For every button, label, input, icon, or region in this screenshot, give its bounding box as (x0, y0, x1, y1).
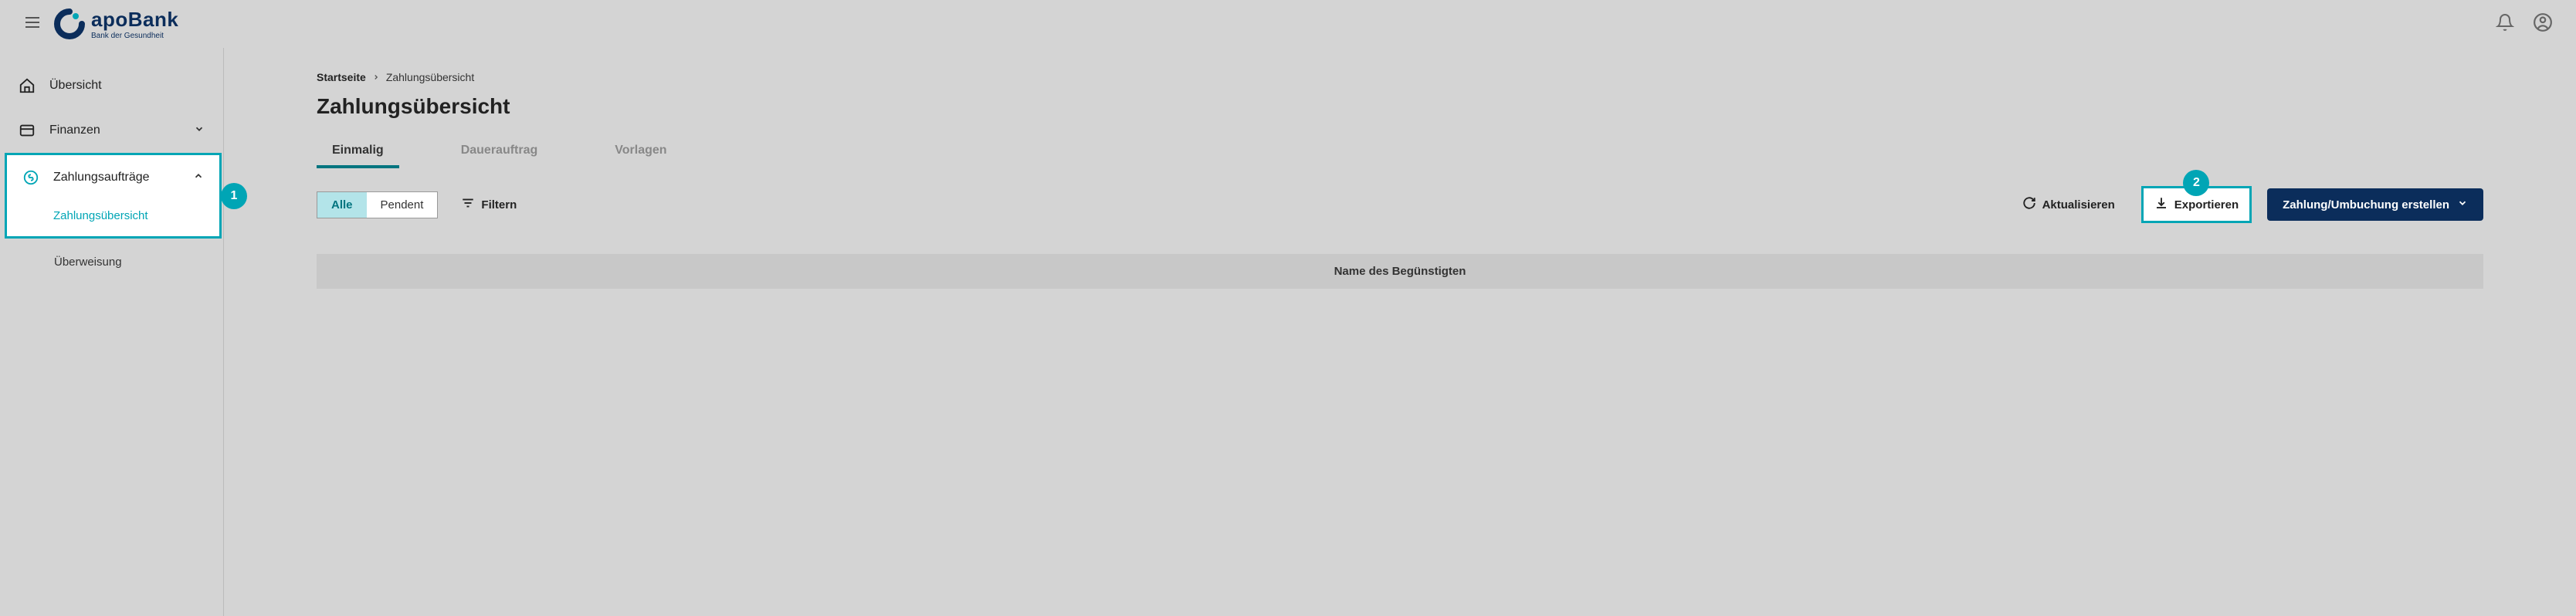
sidebar-subitem-payment-overview[interactable]: Zahlungsübersicht (7, 200, 219, 236)
tab-templates[interactable]: Vorlagen (599, 137, 682, 167)
logo-name: apoBank (91, 8, 178, 32)
chevron-right-icon (372, 71, 380, 83)
segment-pending[interactable]: Pendent (367, 192, 438, 218)
finances-icon (19, 122, 36, 139)
sidebar: Übersicht Finanzen (0, 48, 224, 616)
tab-standing-order[interactable]: Dauerauftrag (446, 137, 554, 167)
main-content: Startseite Zahlungsübersicht Zahlungsübe… (224, 48, 2576, 616)
user-icon[interactable] (2533, 12, 2553, 36)
sidebar-item-payment-orders[interactable]: Zahlungsaufträge (7, 155, 219, 200)
sidebar-item-label: Zahlungsaufträge (53, 171, 150, 184)
sidebar-item-finances[interactable]: Finanzen (0, 108, 223, 153)
create-payment-button[interactable]: Zahlung/Umbuchung erstellen (2267, 188, 2483, 221)
tab-label: Vorlagen (615, 144, 666, 157)
filter-label: Filtern (481, 198, 517, 212)
chevron-down-icon (194, 124, 205, 138)
refresh-button[interactable]: Aktualisieren (2012, 188, 2126, 221)
menu-icon[interactable] (23, 13, 42, 36)
app-header: apoBank Bank der Gesundheit (0, 0, 2576, 48)
header-left: apoBank Bank der Gesundheit (23, 8, 178, 40)
toolbar-right: Aktualisieren 2 Exportieren Zahlung/Umbu… (2012, 186, 2483, 223)
sidebar-item-label: Finanzen (49, 124, 100, 137)
segmented-control: Alle Pendent (317, 191, 438, 218)
refresh-icon (2022, 196, 2036, 213)
payment-icon (22, 169, 39, 186)
logo-mark-icon (54, 8, 85, 39)
export-label: Exportieren (2174, 198, 2239, 212)
sidebar-highlight-block: Zahlungsaufträge Zahlungsübersicht 1 (5, 153, 222, 239)
annotation-badge-1: 1 (221, 183, 247, 209)
breadcrumb-current: Zahlungsübersicht (386, 71, 474, 83)
logo[interactable]: apoBank Bank der Gesundheit (54, 8, 178, 40)
tab-onetime[interactable]: Einmalig (317, 137, 399, 167)
tab-label: Einmalig (332, 144, 384, 157)
table-header: Name des Begünstigten (317, 254, 2483, 289)
download-icon (2154, 196, 2168, 213)
tabs: Einmalig Dauerauftrag Vorlagen (317, 137, 2483, 168)
header-right (2496, 12, 2553, 36)
logo-tagline: Bank der Gesundheit (91, 32, 178, 40)
filter-button[interactable]: Filtern (461, 196, 517, 213)
create-label: Zahlung/Umbuchung erstellen (2283, 198, 2449, 212)
sidebar-subitem-transfer[interactable]: Überweisung (0, 239, 223, 286)
sidebar-item-label: Übersicht (49, 79, 102, 93)
sidebar-item-overview[interactable]: Übersicht (0, 63, 223, 108)
logo-text: apoBank Bank der Gesundheit (91, 8, 178, 40)
filter-icon (461, 196, 475, 213)
column-header-beneficiary: Name des Begünstigten (1334, 265, 1466, 278)
chevron-down-icon (2457, 198, 2468, 212)
export-button[interactable]: 2 Exportieren (2141, 186, 2252, 223)
page-title: Zahlungsübersicht (317, 94, 2483, 119)
sidebar-item-label: Zahlungsübersicht (53, 209, 148, 222)
breadcrumb: Startseite Zahlungsübersicht (317, 71, 2483, 83)
tab-label: Dauerauftrag (461, 144, 538, 157)
home-icon (19, 77, 36, 94)
segment-all[interactable]: Alle (317, 192, 367, 218)
bell-icon[interactable] (2496, 13, 2514, 36)
toolbar: Alle Pendent Filtern (317, 186, 2483, 223)
chevron-up-icon (193, 171, 204, 185)
toolbar-left: Alle Pendent Filtern (317, 191, 517, 218)
annotation-badge-2: 2 (2183, 170, 2209, 196)
refresh-label: Aktualisieren (2042, 198, 2115, 212)
sidebar-item-label: Überweisung (54, 256, 122, 269)
breadcrumb-home[interactable]: Startseite (317, 71, 366, 83)
